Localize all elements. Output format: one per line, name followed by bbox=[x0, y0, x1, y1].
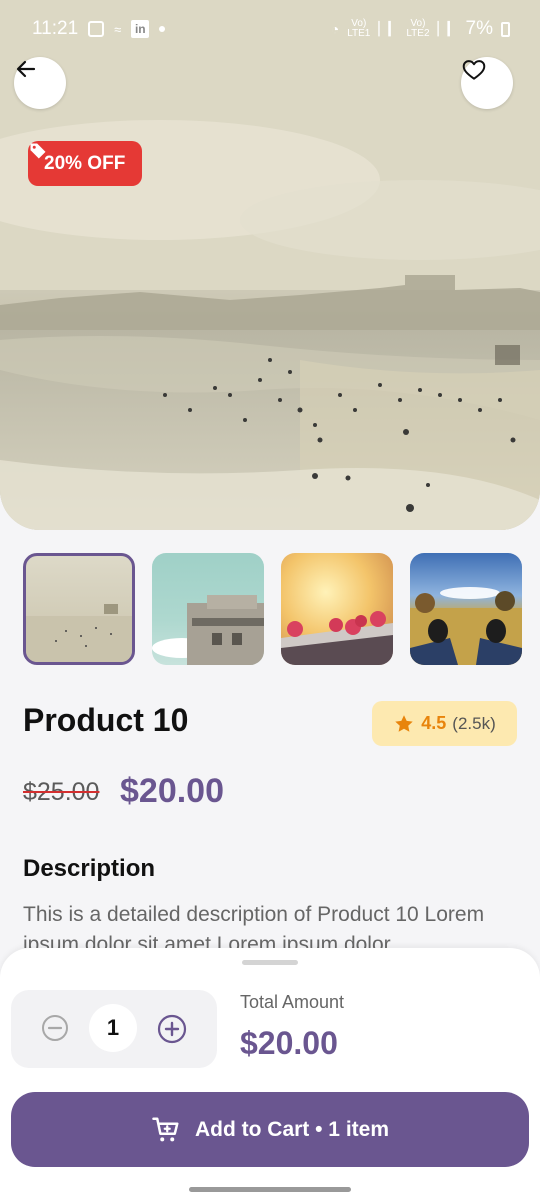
linkedin-notification-icon: in bbox=[131, 20, 150, 38]
thumbnail-1-selected[interactable] bbox=[23, 553, 135, 665]
sim1-signal-label: Vo) LTE1 bbox=[347, 18, 371, 39]
gallery-notification-icon bbox=[88, 21, 105, 37]
quantity-value: 1 bbox=[89, 1004, 137, 1052]
total-amount-label: Total Amount bbox=[240, 992, 345, 1012]
wifi-icon: ◔ bbox=[330, 21, 340, 37]
battery-icon bbox=[501, 21, 510, 37]
thumbnail-3[interactable] bbox=[281, 553, 393, 665]
signal-bars-2-icon: ▏▎ bbox=[437, 21, 458, 36]
thumbnail-4[interactable] bbox=[410, 553, 522, 665]
bottom-sheet: 1 Total Amount $20.00 Add to Cart • 1 it… bbox=[0, 948, 540, 1200]
plus-circle-icon[interactable] bbox=[157, 1014, 187, 1044]
arrow-left-icon bbox=[16, 60, 36, 78]
sheet-drag-handle[interactable] bbox=[242, 960, 298, 965]
raspberries-thumbnail-image bbox=[281, 611, 393, 665]
back-button[interactable] bbox=[14, 57, 66, 109]
minus-circle-icon[interactable] bbox=[41, 1014, 69, 1042]
heart-outline-icon bbox=[462, 60, 486, 80]
cart-icon bbox=[152, 1117, 179, 1141]
favorite-button[interactable] bbox=[461, 57, 513, 109]
mask-notification-icon: ≈ bbox=[114, 21, 122, 37]
description-text: This is a detailed description of Produc… bbox=[23, 903, 485, 948]
product-title: Product 10 bbox=[23, 702, 189, 738]
sim2-signal-label: Vo) LTE2 bbox=[406, 18, 430, 39]
discount-label: 20% OFF bbox=[44, 152, 126, 174]
field-thumbnail-image bbox=[410, 587, 522, 665]
star-icon bbox=[395, 714, 413, 732]
add-to-cart-button[interactable]: Add to Cart • 1 item bbox=[11, 1092, 529, 1167]
beach-thumbnail-image bbox=[26, 604, 132, 662]
discounted-price: $20.00 bbox=[120, 772, 224, 810]
rating-badge: 4.5 (2.5k) bbox=[372, 701, 517, 746]
quantity-stepper: 1 bbox=[11, 990, 217, 1068]
add-to-cart-label: Add to Cart • 1 item bbox=[194, 1117, 390, 1141]
beach-scene-image bbox=[0, 0, 540, 530]
rating-count: (2.5k) bbox=[452, 713, 496, 733]
battery-percentage: 7% bbox=[465, 18, 493, 39]
total-amount-value: $20.00 bbox=[240, 1025, 338, 1061]
status-time: 11:21 bbox=[32, 18, 79, 39]
product-main-image: 11:21 ≈ in ◔ Vo)LTE1 ▏▎ Vo)LTE2 ▏▎ 7% bbox=[0, 0, 540, 530]
home-indicator[interactable] bbox=[189, 1187, 351, 1192]
discount-badge: 20% OFF bbox=[28, 141, 143, 186]
more-notifications-dot-icon bbox=[159, 26, 166, 32]
signal-bars-1-icon: ▏▎ bbox=[378, 21, 399, 36]
original-price: $25.00 bbox=[23, 778, 100, 806]
description-heading: Description bbox=[23, 855, 156, 882]
image-thumbnails bbox=[23, 553, 522, 665]
tag-icon bbox=[30, 143, 46, 159]
thumbnail-2[interactable] bbox=[152, 553, 264, 665]
status-bar: 11:21 ≈ in ◔ Vo) LTE1 ▏▎ Vo) LTE2 ▏▎ 7% bbox=[0, 0, 540, 58]
rating-score: 4.5 bbox=[421, 713, 447, 733]
building-thumbnail-image bbox=[152, 595, 264, 665]
